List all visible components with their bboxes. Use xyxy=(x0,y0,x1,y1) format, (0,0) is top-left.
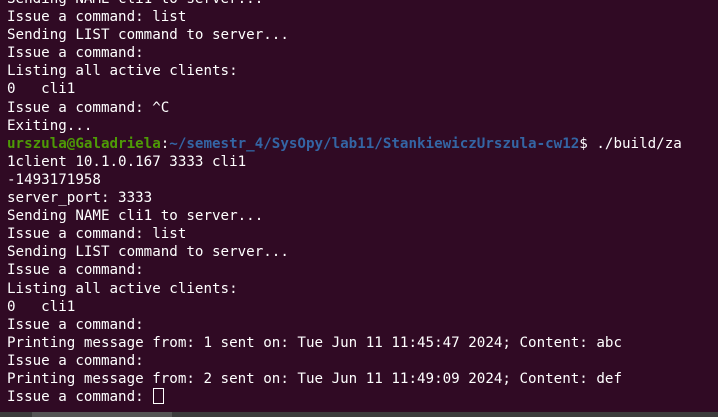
prompt-command: $ ./build/za xyxy=(579,135,682,152)
terminal-line: 0 cli1 xyxy=(7,298,76,315)
terminal-line: Printing message from: 1 sent on: Tue Ju… xyxy=(7,334,622,351)
prompt-user-host: urszula@Galadriela xyxy=(7,135,161,152)
terminal-window[interactable]: Sending NAME cli1 to server... Issue a c… xyxy=(0,0,718,417)
terminal-line: Sending LIST command to server... xyxy=(7,244,289,261)
terminal-line: server_port: 3333 xyxy=(7,190,153,207)
terminal-line: Listing all active clients: xyxy=(7,280,238,297)
terminal-line: Issue a command: xyxy=(7,316,144,333)
shell-prompt-line: urszula@Galadriela:~/semestr_4/SysOpy/la… xyxy=(7,135,718,153)
terminal-line: Printing message from: 2 sent on: Tue Ju… xyxy=(7,370,622,387)
taskbar-strip xyxy=(0,412,718,417)
taskbar-item[interactable] xyxy=(32,412,172,417)
prompt-colon: : xyxy=(160,135,170,152)
terminal-line: Issue a command: list xyxy=(7,9,187,26)
terminal-line: 0 cli1 xyxy=(7,81,76,98)
terminal-line: Issue a command: xyxy=(7,352,144,369)
prompt-path: ~/semestr_4/SysOpy/lab11/StankiewiczUrsz… xyxy=(169,135,580,152)
terminal-line: Issue a command: xyxy=(7,45,144,62)
terminal-line: Issue a command: xyxy=(7,262,144,279)
terminal-output: Sending NAME cli1 to server... Issue a c… xyxy=(7,0,718,406)
terminal-line: Issue a command: ^C xyxy=(7,99,170,116)
current-input-line[interactable]: Issue a command: xyxy=(7,388,718,406)
terminal-line: -1493171958 xyxy=(7,171,101,188)
terminal-line: Sending LIST command to server... xyxy=(7,27,289,44)
terminal-line: Sending NAME cli1 to server... xyxy=(7,0,718,8)
terminal-line: Exiting... xyxy=(7,117,93,134)
terminal-line: Sending NAME cli1 to server... xyxy=(7,208,264,225)
terminal-line: Issue a command: list xyxy=(7,226,187,243)
text-cursor[interactable] xyxy=(153,388,165,405)
terminal-line: Listing all active clients: xyxy=(7,63,238,80)
current-prompt: Issue a command: xyxy=(7,389,153,406)
terminal-line: 1client 10.1.0.167 3333 cli1 xyxy=(7,153,247,170)
